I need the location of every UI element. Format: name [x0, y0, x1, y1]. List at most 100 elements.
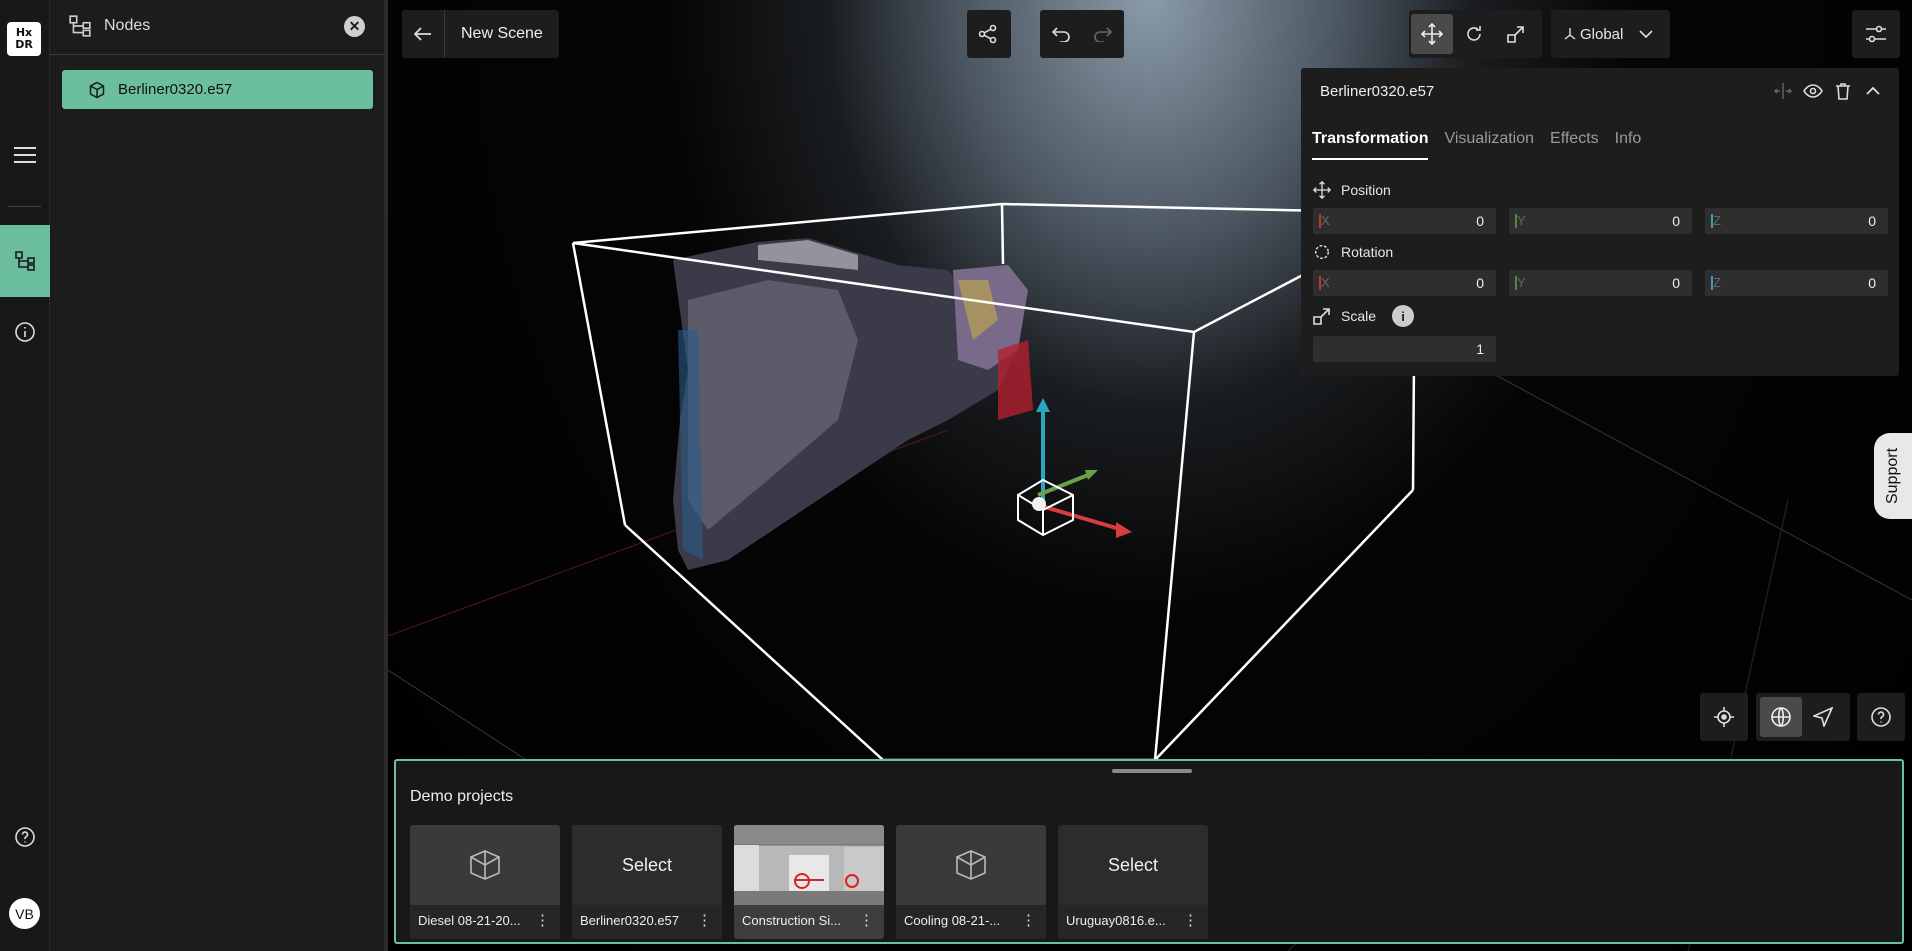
info-icon[interactable]: i	[1392, 305, 1415, 327]
construction-photo	[734, 825, 884, 905]
rotate-icon	[1314, 244, 1330, 260]
send-icon	[1813, 707, 1833, 727]
crosshair-icon	[1714, 707, 1734, 727]
y-axis-label: Y	[1517, 213, 1526, 228]
redo-icon	[1094, 27, 1113, 42]
chevron-down-icon	[1639, 30, 1653, 38]
position-z-input[interactable]: Z0	[1705, 208, 1888, 234]
nodes-header: Nodes ✕	[50, 0, 384, 55]
left-rail: Hx DR VB	[0, 0, 50, 951]
settings-button[interactable]	[1852, 10, 1900, 58]
more-vertical-icon[interactable]: ⋮	[697, 911, 712, 929]
back-button[interactable]	[402, 14, 444, 54]
x-axis-label: X	[1321, 213, 1330, 228]
scale-tool-button[interactable]	[1495, 14, 1537, 54]
project-name: Construction Si...	[742, 913, 841, 928]
scale-input[interactable]: 1	[1313, 336, 1496, 362]
help-group	[1857, 693, 1905, 741]
x-axis-label: X	[1321, 275, 1330, 290]
project-card[interactable]: Select Berliner0320.e57 ⋮	[572, 825, 722, 939]
position-x-value: 0	[1476, 213, 1484, 229]
info-icon	[15, 322, 35, 342]
eye-icon[interactable]	[1803, 81, 1823, 101]
close-icon[interactable]: ✕	[344, 16, 365, 37]
rotation-y-input[interactable]: Y0	[1509, 270, 1692, 296]
undo-button[interactable]	[1040, 14, 1082, 54]
properties-actions	[1773, 81, 1883, 101]
tab-transformation[interactable]: Transformation	[1312, 130, 1429, 160]
sliders-icon	[1866, 25, 1886, 43]
select-thumbnail[interactable]: Select	[1058, 825, 1208, 905]
more-vertical-icon[interactable]: ⋮	[859, 911, 874, 929]
rotation-x-value: 0	[1476, 275, 1484, 291]
select-thumbnail[interactable]: Select	[572, 825, 722, 905]
more-vertical-icon[interactable]: ⋮	[535, 911, 550, 929]
trash-icon[interactable]	[1833, 81, 1853, 101]
help-icon	[1871, 707, 1891, 727]
locate-button[interactable]	[1704, 697, 1744, 737]
tab-effects[interactable]: Effects	[1550, 130, 1599, 160]
tab-visualization[interactable]: Visualization	[1444, 130, 1534, 160]
menu-icon	[14, 147, 36, 163]
more-vertical-icon[interactable]: ⋮	[1021, 911, 1036, 929]
position-x-input[interactable]: X0	[1313, 208, 1496, 234]
share-button[interactable]	[967, 14, 1009, 54]
redo-button[interactable]	[1082, 14, 1124, 54]
split-icon[interactable]	[1773, 81, 1793, 101]
support-tab[interactable]: Support	[1874, 433, 1912, 519]
z-axis-label: Z	[1713, 275, 1721, 290]
project-thumbnail	[410, 825, 560, 905]
node-item[interactable]: Berliner0320.e57	[62, 70, 373, 109]
help-rail-button[interactable]	[0, 812, 50, 862]
demo-projects-title: Demo projects	[410, 788, 514, 805]
nodes-rail-button[interactable]	[0, 225, 50, 297]
navigation-mode-group	[1756, 693, 1850, 741]
z-axis-label: Z	[1713, 213, 1721, 228]
transform-tools	[1409, 10, 1542, 58]
position-y-input[interactable]: Y0	[1509, 208, 1692, 234]
locate-group	[1700, 693, 1748, 741]
project-name: Cooling 08-21-...	[904, 913, 1001, 928]
scale-icon	[1313, 308, 1330, 325]
help-button[interactable]	[1861, 697, 1901, 737]
rotation-z-input[interactable]: Z0	[1705, 270, 1888, 296]
position-z-value: 0	[1868, 213, 1876, 229]
fly-mode-button[interactable]	[1802, 697, 1844, 737]
transform-gizmo	[1017, 398, 1132, 538]
chevron-up-icon[interactable]	[1863, 81, 1883, 101]
help-icon	[15, 827, 35, 847]
project-name: Uruguay0816.e...	[1066, 913, 1166, 928]
position-label-text: Position	[1341, 182, 1391, 198]
orbit-mode-button[interactable]	[1760, 697, 1802, 737]
rotation-z-value: 0	[1868, 275, 1876, 291]
scale-value: 1	[1476, 341, 1484, 357]
cube-icon	[89, 81, 105, 98]
scale-label-text: Scale	[1341, 308, 1377, 324]
tab-info[interactable]: Info	[1615, 130, 1642, 160]
move-tool-button[interactable]	[1411, 14, 1453, 54]
menu-button[interactable]	[0, 130, 50, 180]
model-placeholder-icon	[470, 850, 500, 880]
scale-label: Scale i	[1313, 305, 1415, 327]
rotation-x-input[interactable]: X0	[1313, 270, 1496, 296]
project-card[interactable]: Cooling 08-21-... ⋮	[896, 825, 1046, 939]
hxdr-logo[interactable]: Hx DR	[7, 22, 41, 56]
panel-resize-handle[interactable]	[1112, 769, 1192, 773]
coord-space-label: Global	[1580, 25, 1624, 43]
properties-tabs: Transformation Visualization Effects Inf…	[1312, 130, 1641, 160]
properties-title: Berliner0320.e57	[1320, 83, 1435, 100]
rotate-icon	[1467, 26, 1481, 41]
project-card[interactable]: Construction Si... ⋮	[734, 825, 884, 939]
axes-icon	[1564, 28, 1576, 40]
properties-panel: Berliner0320.e57 Transformation Visualiz…	[1301, 68, 1899, 376]
move-icon	[1313, 181, 1331, 199]
info-rail-button[interactable]	[0, 307, 50, 357]
more-vertical-icon[interactable]: ⋮	[1183, 911, 1198, 929]
project-card[interactable]: Select Uruguay0816.e... ⋮	[1058, 825, 1208, 939]
rotate-tool-button[interactable]	[1453, 14, 1495, 54]
scene-name[interactable]: New Scene	[445, 25, 559, 43]
user-avatar[interactable]: VB	[9, 898, 40, 929]
coord-space-select[interactable]: Global	[1551, 10, 1670, 58]
y-axis-label: Y	[1517, 275, 1526, 290]
project-card[interactable]: Diesel 08-21-20... ⋮	[410, 825, 560, 939]
